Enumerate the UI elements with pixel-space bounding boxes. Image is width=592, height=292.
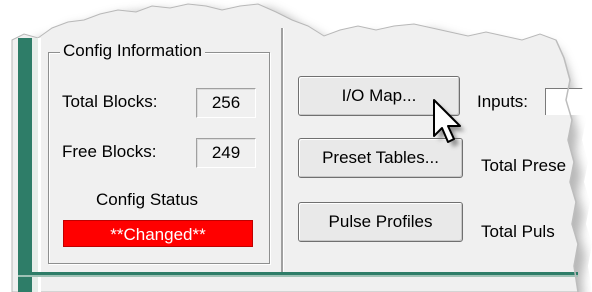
torn-edge-overlay bbox=[555, 0, 592, 292]
